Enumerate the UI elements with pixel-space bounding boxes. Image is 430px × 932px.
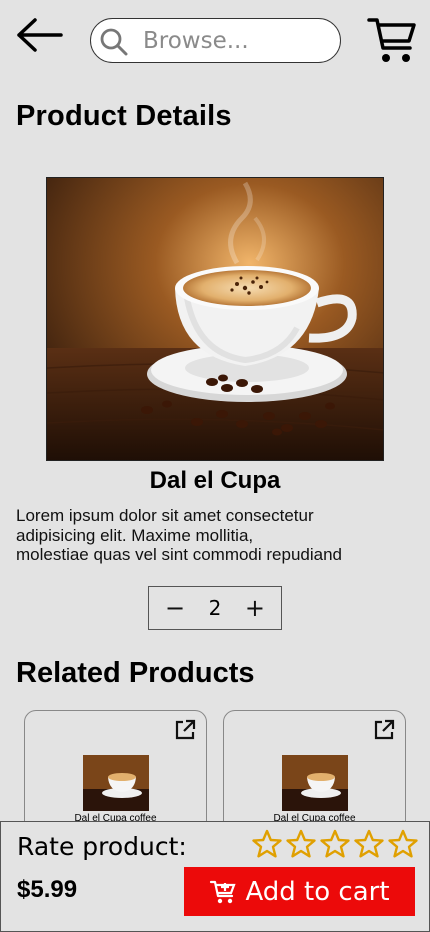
- open-external-icon[interactable]: [373, 719, 395, 741]
- shopping-cart-icon: [367, 18, 416, 62]
- quantity-stepper: − 2 +: [148, 586, 282, 630]
- rate-product-label: Rate product:: [17, 832, 187, 861]
- top-bar: [0, 0, 430, 80]
- back-button[interactable]: [14, 14, 64, 56]
- product-description: Lorem ipsum dolor sit amet consectetur a…: [16, 506, 420, 565]
- add-to-cart-button[interactable]: Add to cart: [184, 867, 415, 916]
- star-icon[interactable]: [319, 828, 351, 860]
- search-input[interactable]: [143, 25, 328, 57]
- star-icon[interactable]: [387, 828, 419, 860]
- cart-button[interactable]: [366, 14, 418, 66]
- star-icon[interactable]: [353, 828, 385, 860]
- search-bar: [90, 18, 341, 63]
- product-image: [46, 177, 384, 461]
- quantity-value: 2: [208, 596, 222, 620]
- add-to-cart-label: Add to cart: [245, 876, 390, 907]
- star-rating: [251, 828, 419, 860]
- cart-add-icon: [210, 880, 237, 903]
- star-icon[interactable]: [251, 828, 283, 860]
- increment-button[interactable]: +: [243, 596, 267, 620]
- related-products-title: Related Products: [16, 657, 255, 689]
- page-title: Product Details: [16, 100, 232, 132]
- star-icon[interactable]: [285, 828, 317, 860]
- arrow-left-icon: [17, 18, 63, 52]
- product-name: Dal el Cupa: [149, 467, 281, 494]
- bottom-action-bar: Rate product: $5.99 Add to cart: [0, 821, 430, 932]
- open-external-icon[interactable]: [174, 719, 196, 741]
- description-line: Lorem ipsum dolor sit amet consectetur: [16, 506, 314, 525]
- related-product-image: [83, 755, 149, 811]
- related-product-image: [282, 755, 348, 811]
- search-icon[interactable]: [99, 27, 129, 57]
- decrement-button[interactable]: −: [163, 596, 187, 620]
- product-price: $5.99: [17, 876, 78, 903]
- description-line: molestiae quas vel sint commodi repudian…: [16, 545, 343, 564]
- description-line: adipisicing elit. Maxime mollitia,: [16, 525, 254, 545]
